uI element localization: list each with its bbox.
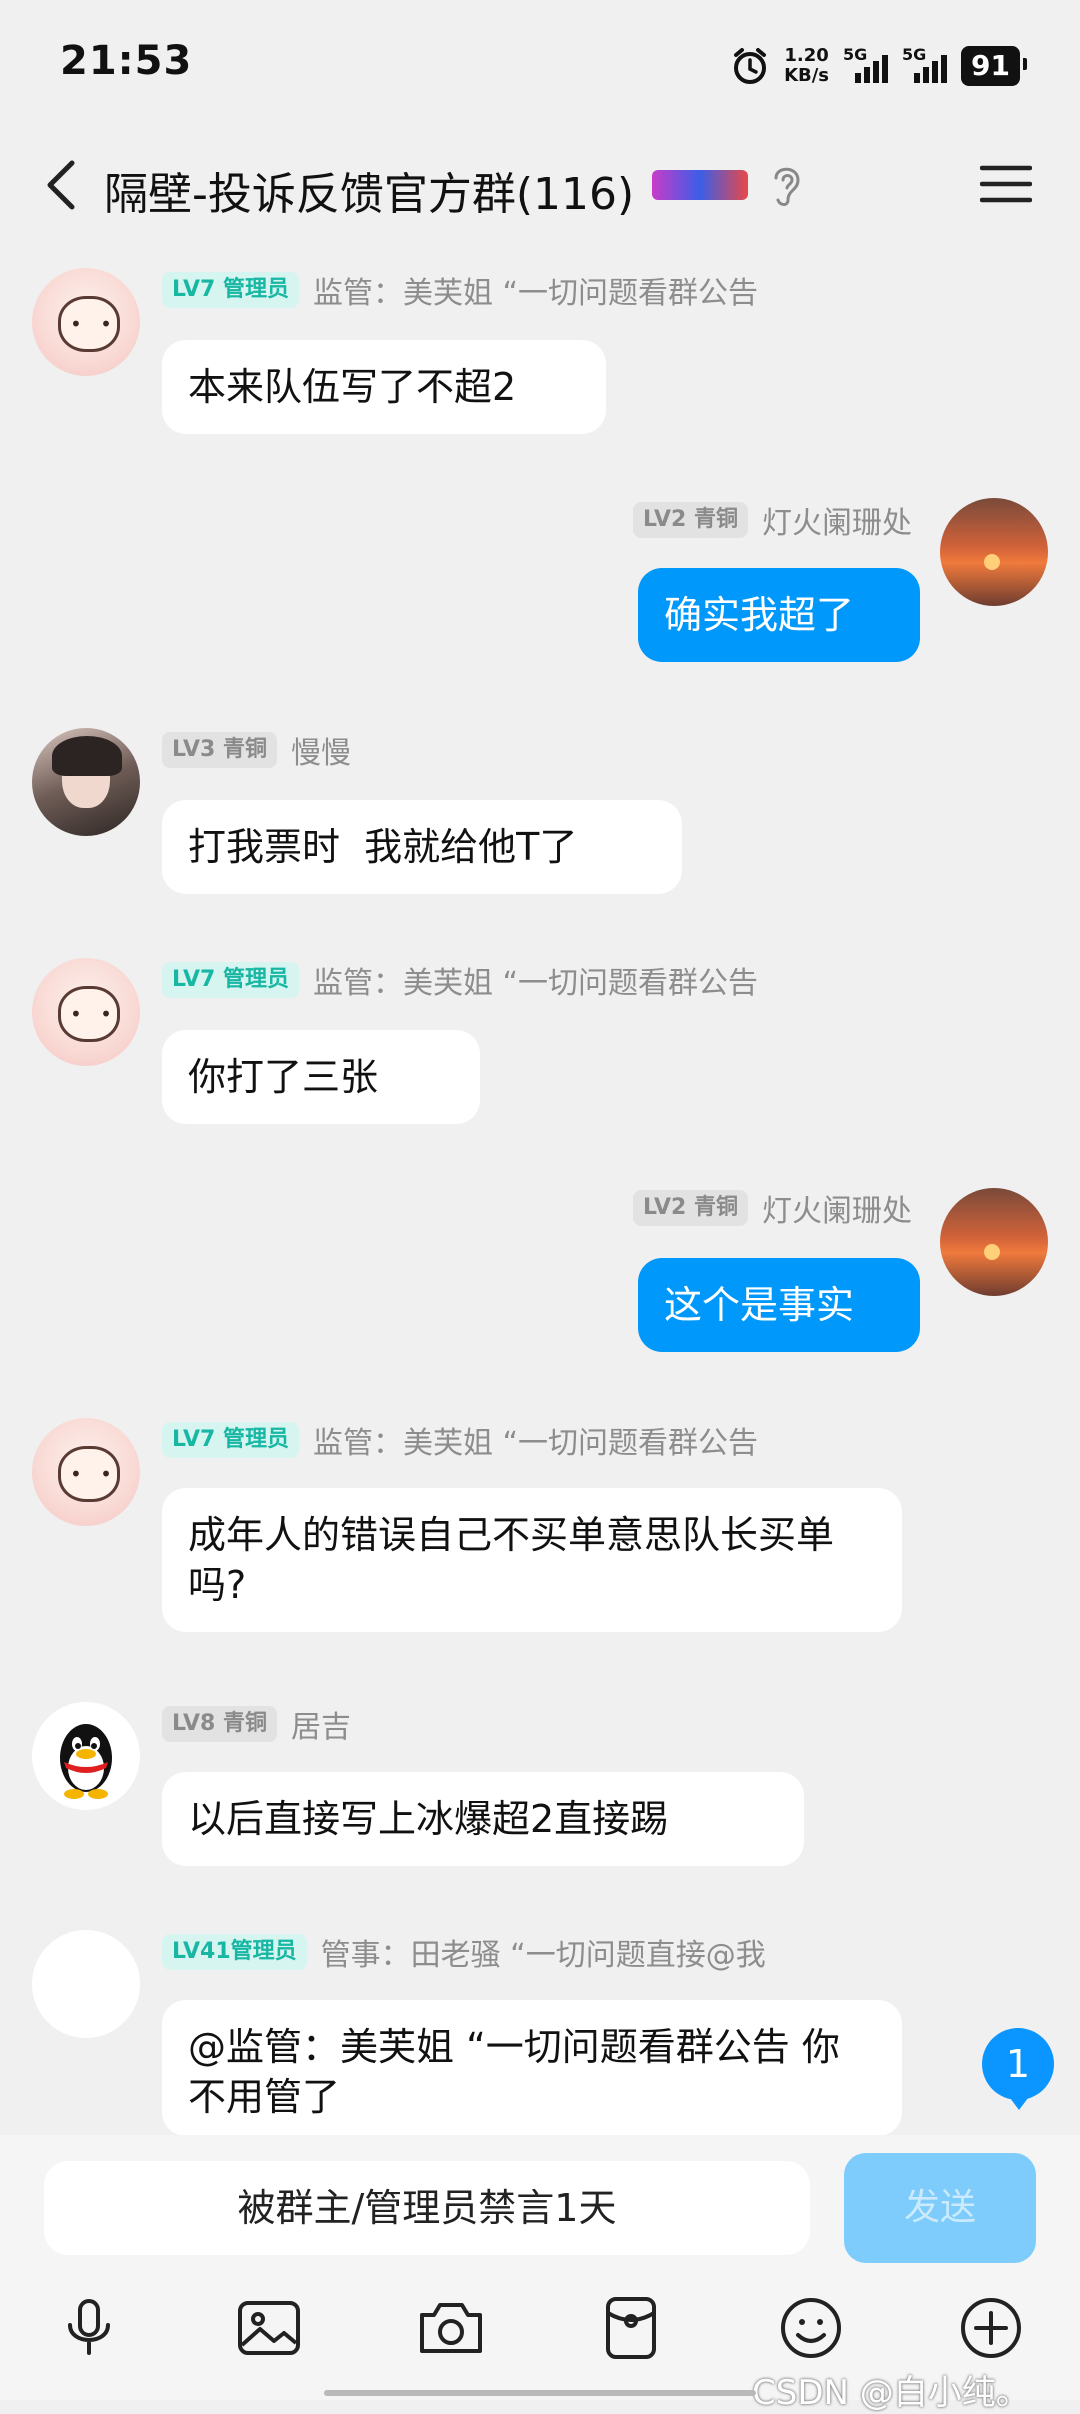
battery-icon: 91: [961, 46, 1027, 86]
message-meta: LV7 管理员 监管：美芙姐 “一切问题看群公告: [162, 268, 758, 312]
clock: 21:53: [60, 38, 193, 84]
sender-name[interactable]: 监管：美芙姐 “一切问题看群公告: [313, 268, 758, 312]
message-bubble[interactable]: 确实我超了: [638, 568, 920, 662]
level-badge: LV7 管理员: [162, 1422, 299, 1458]
sunset-avatar[interactable]: [940, 498, 1048, 606]
emoji-icon[interactable]: [776, 2293, 846, 2363]
chat-header: 隔壁-投诉反馈官方群(116): [0, 130, 1080, 240]
mic-icon[interactable]: [54, 2293, 124, 2363]
level-badge: LV2 青铜: [633, 1190, 748, 1226]
plus-icon[interactable]: [956, 2293, 1026, 2363]
menu-icon[interactable]: [980, 160, 1032, 208]
signal-icon: 5G: [843, 45, 889, 83]
sunset-avatar[interactable]: [940, 1188, 1048, 1296]
message-bubble[interactable]: 本来队伍写了不超2: [162, 340, 606, 434]
girl-avatar[interactable]: [32, 1418, 140, 1526]
message-bubble[interactable]: @监管：美芙姐 “一切问题看群公告 你不用管了: [162, 2000, 902, 2136]
sender-name[interactable]: 监管：美芙姐 “一切问题看群公告: [313, 1418, 758, 1462]
sender-name[interactable]: 慢慢: [291, 728, 351, 772]
group-title[interactable]: 隔壁-投诉反馈官方群(116): [104, 158, 634, 222]
unread-count-badge[interactable]: 1: [982, 2028, 1054, 2110]
blank-avatar[interactable]: [32, 1930, 140, 2038]
girl-avatar[interactable]: [32, 268, 140, 376]
sender-name[interactable]: 居吉: [291, 1702, 351, 1746]
message-meta: LV7 管理员 监管：美芙姐 “一切问题看群公告: [162, 1418, 758, 1462]
home-indicator[interactable]: [324, 2390, 756, 2396]
penguin-icon: [60, 1724, 112, 1799]
message-bubble[interactable]: 成年人的错误自己不买单意思队长买单吗?: [162, 1488, 902, 1632]
level-badge: LV3 青铜: [162, 732, 277, 768]
sender-name[interactable]: 灯火阑珊处: [762, 498, 912, 542]
camera-icon[interactable]: [416, 2293, 486, 2363]
message-bubble[interactable]: 打我票时 我就给他T了: [162, 800, 682, 894]
level-badge: LV41管理员: [162, 1934, 307, 1970]
penguin-avatar[interactable]: [32, 1702, 140, 1810]
level-badge: LV8 青铜: [162, 1706, 277, 1742]
level-badge: LV7 管理员: [162, 962, 299, 998]
message-bubble[interactable]: 你打了三张: [162, 1030, 480, 1124]
person-avatar[interactable]: [32, 728, 140, 836]
message-bubble[interactable]: 以后直接写上冰爆超2直接踢: [162, 1772, 804, 1866]
level-badge: LV2 青铜: [633, 502, 748, 538]
back-icon[interactable]: [36, 155, 92, 215]
message-meta: LV3 青铜 慢慢: [162, 728, 351, 772]
level-badge: LV7 管理员: [162, 272, 299, 308]
muted-notice: 被群主/管理员禁言1天: [44, 2161, 810, 2255]
signal-icon: 5G: [902, 45, 948, 83]
alarm-icon: [734, 48, 767, 84]
sender-name[interactable]: 监管：美芙姐 “一切问题看群公告: [313, 958, 758, 1002]
watermark: CSDN @白小纯。: [752, 2373, 1030, 2413]
net-speed: 1.20 KB/s: [784, 45, 830, 86]
group-badge-icon[interactable]: [652, 170, 748, 200]
red-packet-icon[interactable]: [596, 2293, 666, 2363]
message-bubble[interactable]: 这个是事实: [638, 1258, 920, 1352]
sender-name[interactable]: 管事：田老骚 “一切问题直接@我: [321, 1930, 766, 1974]
ear-icon[interactable]: [768, 160, 804, 208]
message-meta: LV8 青铜 居吉: [162, 1702, 351, 1746]
input-area: 被群主/管理员禁言1天 发送: [0, 2135, 1080, 2400]
sender-name[interactable]: 灯火阑珊处: [762, 1186, 912, 1230]
message-meta: LV2 青铜 灯火阑珊处: [633, 498, 912, 542]
status-bar: 21:53 1.20 KB/s 5G 5G 91: [0, 0, 1080, 130]
message-meta: LV2 青铜 灯火阑珊处: [633, 1186, 912, 1230]
image-icon[interactable]: [234, 2293, 304, 2363]
girl-avatar[interactable]: [32, 958, 140, 1066]
message-meta: LV41管理员 管事：田老骚 “一切问题直接@我: [162, 1930, 766, 1974]
message-meta: LV7 管理员 监管：美芙姐 “一切问题看群公告: [162, 958, 758, 1002]
status-icons: 1.20 KB/s 5G 5G 91: [730, 40, 1027, 92]
send-button[interactable]: 发送: [844, 2153, 1036, 2263]
